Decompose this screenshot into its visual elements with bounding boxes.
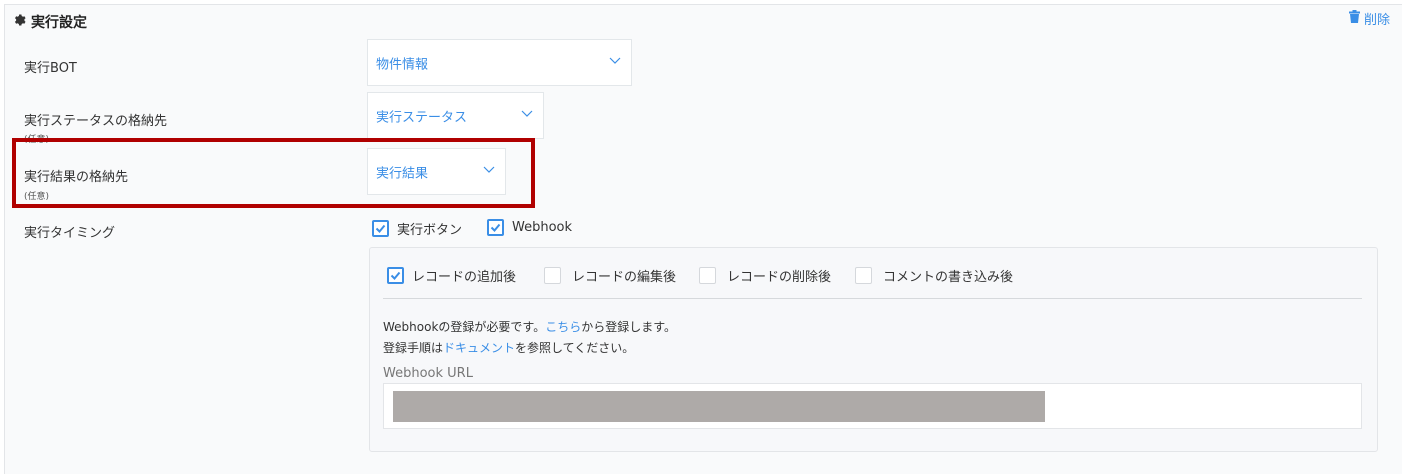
chevron-down-icon — [483, 163, 495, 178]
timing-option-label: 実行ボタン — [397, 223, 463, 238]
section-title: 実行設定 — [12, 12, 87, 32]
redacted-url — [393, 391, 1045, 422]
checkbox-unchecked[interactable] — [855, 267, 872, 284]
event-edited[interactable]: レコードの編集後 — [544, 266, 676, 285]
chevron-down-icon — [609, 54, 621, 69]
status-label: 実行ステータスの格納先 — [24, 114, 168, 129]
webhook-info-line1: Webhookの登録が必要です。こちらから登録します。 — [383, 318, 676, 335]
delete-button[interactable]: 削除 — [1348, 9, 1390, 28]
timing-option-button[interactable]: 実行ボタン — [372, 219, 462, 238]
chevron-down-icon — [521, 107, 533, 122]
event-added[interactable]: レコードの追加後 — [387, 266, 516, 285]
info-text: Webhookの登録が必要です。 — [383, 320, 546, 334]
event-label: レコードの編集後 — [572, 270, 677, 285]
result-select-value: 実行結果 — [376, 166, 429, 181]
delete-label: 削除 — [1363, 13, 1390, 28]
status-select-value: 実行ステータス — [376, 110, 468, 125]
checkbox-checked[interactable] — [387, 267, 404, 284]
divider — [383, 298, 1362, 299]
webhook-info-line2: 登録手順はドキュメントを参照してください。 — [383, 339, 634, 356]
webhook-url-field[interactable] — [383, 383, 1362, 429]
trash-icon — [1348, 10, 1360, 27]
checkbox-checked[interactable] — [487, 219, 504, 236]
bot-select[interactable]: 物件情報 — [367, 39, 632, 86]
bot-label: 実行BOT — [24, 61, 77, 76]
result-label: 実行結果の格納先 — [24, 170, 129, 185]
checkbox-unchecked[interactable] — [699, 267, 716, 284]
info-text: を参照してください。 — [515, 341, 635, 355]
event-label: コメントの書き込み後 — [883, 270, 1014, 285]
checkbox-checked[interactable] — [372, 220, 389, 237]
result-optional-label: (任意) — [24, 192, 50, 202]
check-icon — [390, 271, 401, 280]
result-select[interactable]: 実行結果 — [367, 148, 506, 195]
checkbox-unchecked[interactable] — [544, 267, 561, 284]
gear-icon — [12, 13, 26, 31]
event-label: レコードの削除後 — [727, 270, 832, 285]
status-select[interactable]: 実行ステータス — [367, 92, 544, 139]
check-icon — [490, 223, 501, 232]
webhook-url-label: Webhook URL — [383, 366, 473, 381]
event-deleted[interactable]: レコードの削除後 — [699, 266, 831, 285]
bot-select-value: 物件情報 — [376, 57, 429, 72]
info-text: 登録手順は — [383, 341, 444, 355]
event-label: レコードの追加後 — [412, 270, 517, 285]
status-optional-label: (任意) — [24, 135, 50, 145]
section-title-text: 実行設定 — [31, 15, 87, 31]
event-comment[interactable]: コメントの書き込み後 — [855, 266, 1013, 285]
check-icon — [375, 224, 386, 233]
timing-option-webhook[interactable]: Webhook — [487, 219, 572, 236]
info-text: から登録します。 — [581, 320, 677, 334]
timing-label: 実行タイミング — [24, 226, 116, 241]
register-link[interactable]: こちら — [545, 320, 581, 334]
timing-option-label: Webhook — [512, 220, 573, 235]
documentation-link[interactable]: ドキュメント — [443, 341, 515, 355]
